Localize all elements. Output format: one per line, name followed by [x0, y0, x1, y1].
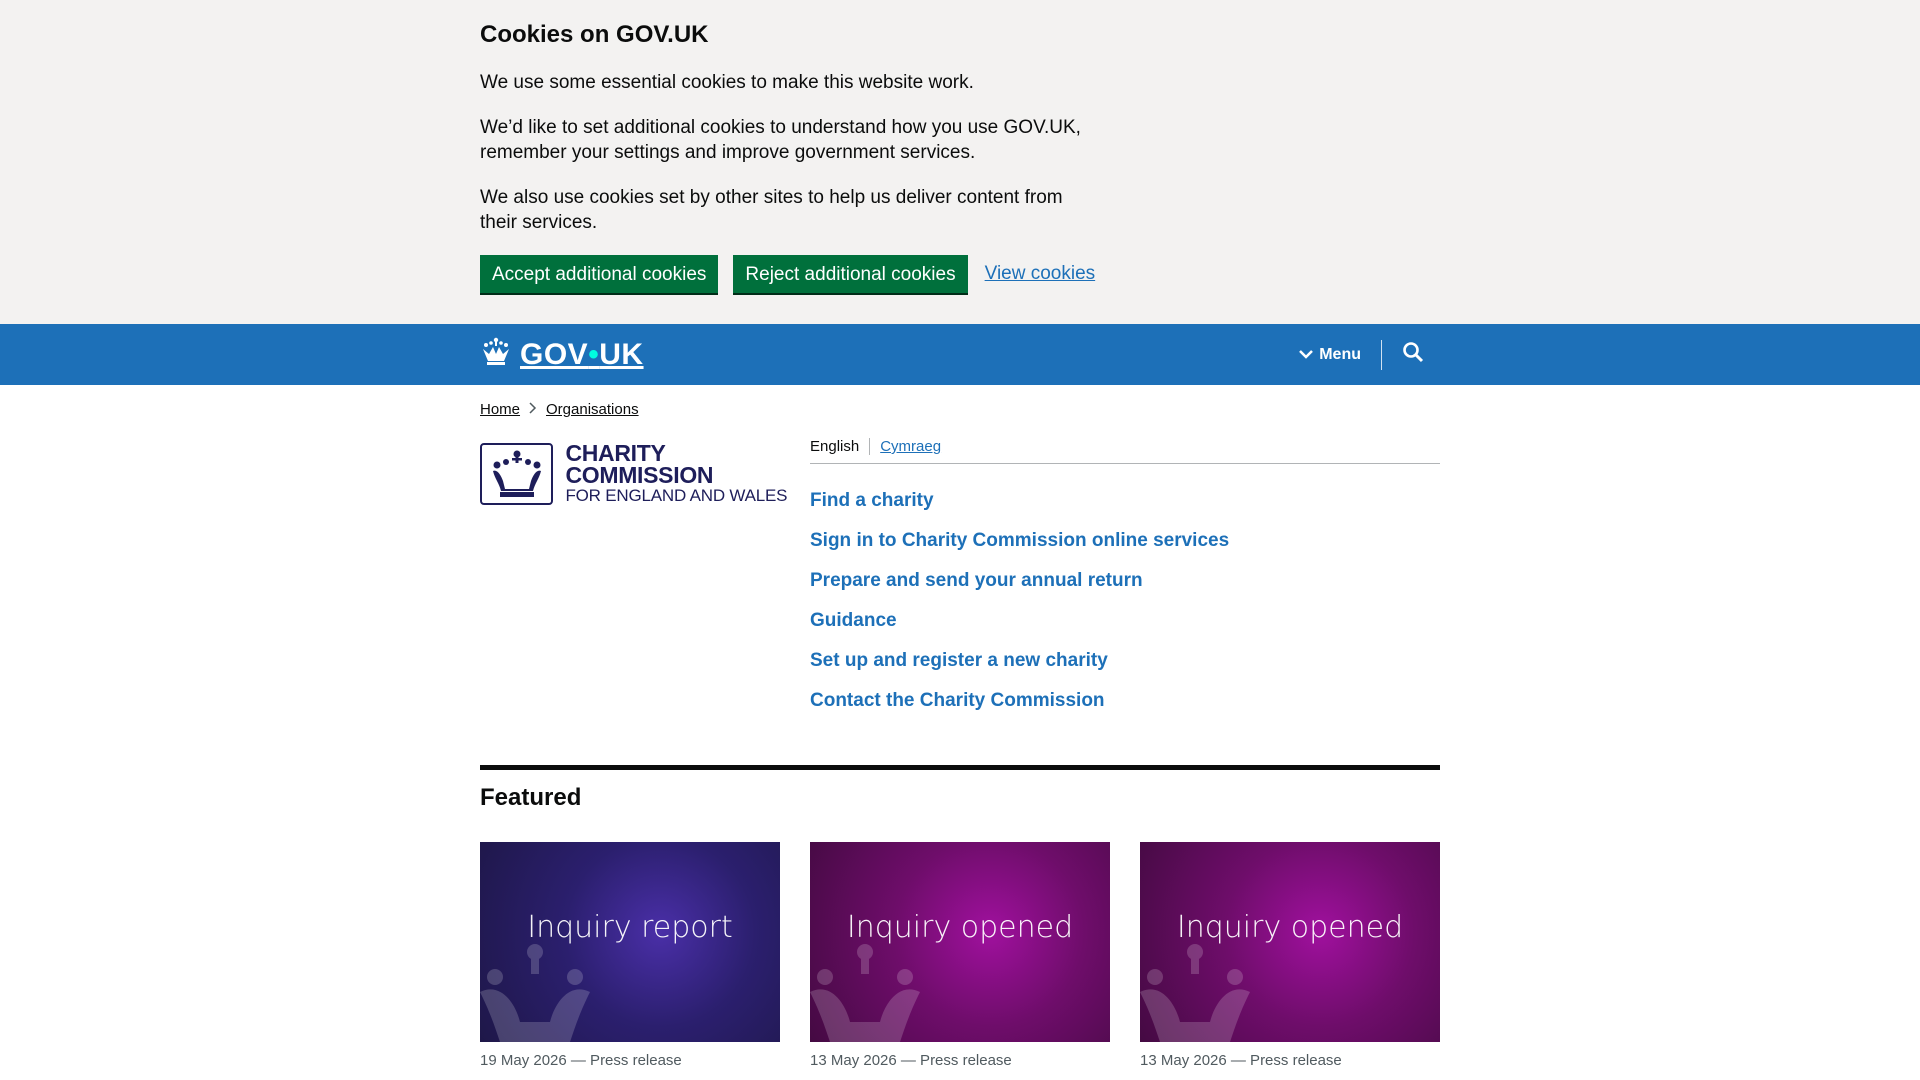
govuk-logo-link[interactable]: GOV•UK [480, 337, 644, 372]
language-current: English [810, 438, 871, 455]
cookie-actions: Accept additional cookies Reject additio… [480, 255, 1440, 293]
logo-text-uk: UK [599, 337, 644, 371]
menu-label: Menu [1319, 345, 1361, 363]
featured-card[interactable]: Inquiry report 19 May 2026 — Press relea… [480, 842, 780, 1069]
cookie-text-third-party: We also use cookies set by other sites t… [480, 187, 1063, 233]
chevron-right-icon [528, 401, 538, 418]
cookie-banner: Cookies on GOV.UK We use some essential … [0, 0, 1920, 324]
charity-commission-crest-icon [480, 443, 554, 505]
chevron-down-icon [1299, 346, 1314, 364]
quick-link-contact[interactable]: Contact the Charity Commission [810, 688, 1440, 713]
reject-cookies-button[interactable]: Reject additional cookies [733, 255, 968, 293]
breadcrumb-organisations[interactable]: Organisations [546, 401, 639, 418]
featured-card-meta: 13 May 2026 — Press release [810, 1052, 1012, 1069]
main-content: Home Organisations CHARITY COMMISSION FO… [480, 401, 1440, 1069]
breadcrumb-home[interactable]: Home [480, 401, 520, 418]
featured-card-image-label: Inquiry opened [1176, 909, 1404, 945]
accept-cookies-button[interactable]: Accept additional cookies [480, 255, 719, 293]
quick-link-sign-in[interactable]: Sign in to Charity Commission online ser… [810, 528, 1440, 553]
featured-card-meta: 19 May 2026 — Press release [480, 1052, 682, 1069]
cookie-banner-title: Cookies on GOV.UK [480, 21, 709, 48]
cookie-text-essential: We use some essential cookies to make th… [480, 72, 974, 93]
featured-card-image-label: Inquiry opened [846, 909, 1074, 945]
quick-link-annual-return[interactable]: Prepare and send your annual return [810, 568, 1440, 593]
language-switcher: English Cymraeg [810, 438, 1440, 464]
view-cookies-link[interactable]: View cookies [985, 263, 1096, 285]
organisation-links: English Cymraeg Find a charity Sign in t… [810, 438, 1440, 728]
quick-link-guidance[interactable]: Guidance [810, 608, 1440, 633]
organisation-header: CHARITY COMMISSION FOR ENGLAND AND WALES… [480, 438, 1440, 728]
breadcrumb: Home Organisations [480, 401, 1440, 418]
crown-watermark-icon [1140, 944, 1250, 1042]
logo-dot: • [588, 337, 600, 371]
featured-card-meta: 13 May 2026 — Press release [1140, 1052, 1342, 1069]
govuk-logo-text: GOV•UK [520, 338, 644, 372]
menu-button[interactable]: Menu [1299, 346, 1381, 364]
search-button[interactable] [1382, 341, 1424, 368]
organisation-name-line2: FOR ENGLAND AND WALES [565, 486, 788, 505]
crown-watermark-icon [810, 944, 920, 1042]
organisation-name-line1: CHARITY COMMISSION [565, 440, 714, 488]
header-divider [1381, 339, 1382, 370]
featured-cards: Inquiry report 19 May 2026 — Press relea… [480, 842, 1440, 1069]
search-icon [1402, 341, 1424, 368]
header-actions: Menu [1299, 324, 1424, 385]
featured-card[interactable]: Inquiry opened 13 May 2026 — Press relea… [1140, 842, 1440, 1069]
featured-title: Featured [480, 784, 582, 811]
site-header: GOV•UK Menu [0, 324, 1920, 385]
quick-links: Find a charity Sign in to Charity Commis… [810, 488, 1440, 713]
featured-card-image: Inquiry opened [1140, 842, 1440, 1042]
crown-icon [480, 337, 512, 372]
featured-card-image: Inquiry report [480, 842, 780, 1042]
featured-card-image-label: Inquiry report [527, 909, 733, 945]
featured-card-image: Inquiry opened [810, 842, 1110, 1042]
quick-link-register-charity[interactable]: Set up and register a new charity [810, 648, 1440, 673]
featured-card[interactable]: Inquiry opened 13 May 2026 — Press relea… [810, 842, 1110, 1069]
organisation-name: CHARITY COMMISSION FOR ENGLAND AND WALES [565, 442, 810, 506]
featured-section: Featured Inquiry report 19 May 2026 — Pr… [480, 765, 1440, 1069]
logo-text-gov: GOV [520, 337, 589, 371]
cookie-text-additional: We’d like to set additional cookies to u… [480, 117, 1081, 163]
crown-watermark-icon [480, 944, 590, 1042]
quick-link-find-charity[interactable]: Find a charity [810, 488, 1440, 513]
language-cymraeg-link[interactable]: Cymraeg [870, 438, 941, 455]
organisation-logo: CHARITY COMMISSION FOR ENGLAND AND WALES [480, 438, 810, 728]
